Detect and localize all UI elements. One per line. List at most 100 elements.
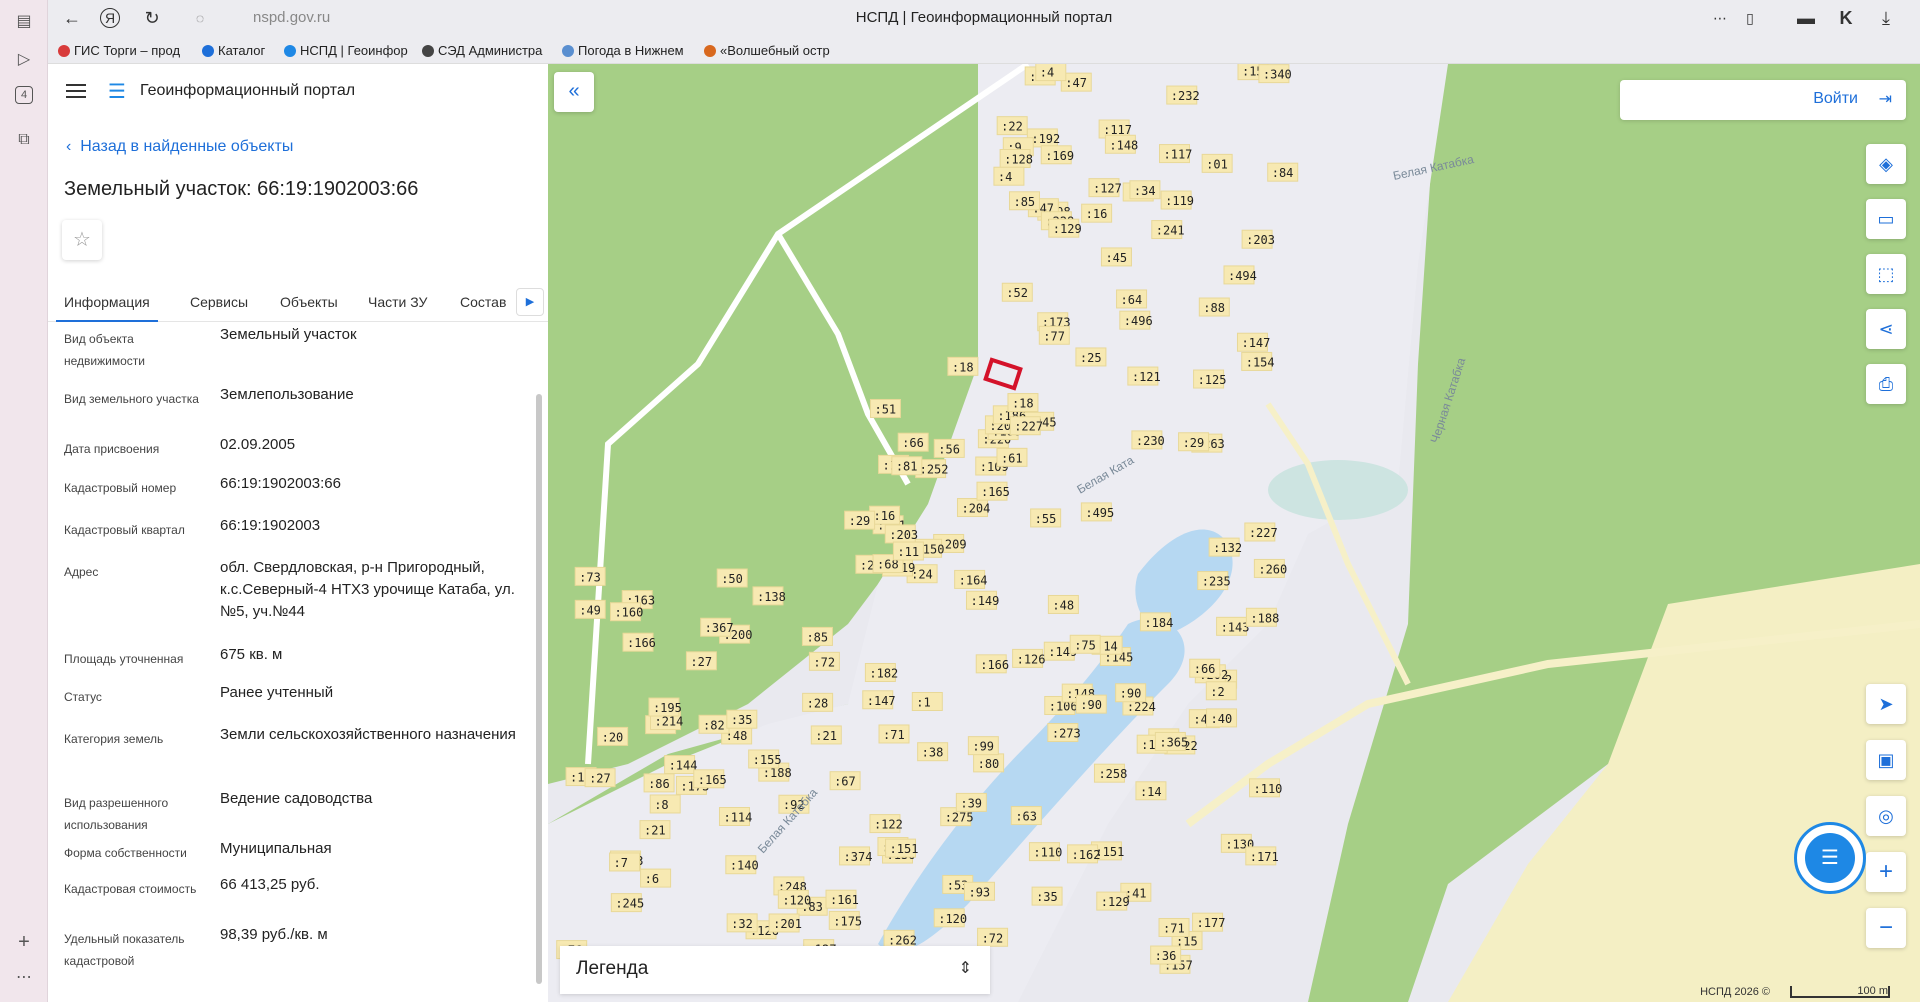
parcel-label: :29 bbox=[849, 514, 871, 528]
parcel-label: :77 bbox=[1043, 329, 1065, 343]
parcel-label: :16 bbox=[874, 509, 896, 523]
login-button[interactable]: Войти ⇥ bbox=[1620, 80, 1906, 120]
layers-button[interactable]: ◈ bbox=[1866, 144, 1906, 184]
plus-icon: + bbox=[1878, 858, 1893, 885]
parcel-label: :340 bbox=[1263, 68, 1292, 82]
parcel-label: :230 bbox=[1136, 434, 1165, 448]
info-key: Кадастровая стоимость bbox=[64, 882, 197, 896]
star-icon: ☆ bbox=[73, 229, 91, 251]
parcel-label: :241 bbox=[1156, 224, 1185, 238]
parcel-label: :6 bbox=[645, 872, 659, 886]
bookmark-favicon-icon bbox=[422, 45, 434, 57]
back-to-results-link[interactable]: ‹ Назад в найденные объекты bbox=[66, 138, 293, 156]
parcel-label: :245 bbox=[615, 897, 644, 911]
video-icon[interactable]: ▷ bbox=[12, 48, 36, 72]
tab-objects[interactable]: Объекты bbox=[280, 282, 338, 322]
map-view[interactable]: :24:191:213:220:188:192:198:204:203:207:… bbox=[548, 64, 1920, 1002]
tab-information[interactable]: Информация bbox=[56, 282, 158, 322]
chat-button[interactable]: ☰ bbox=[1794, 822, 1866, 894]
parcel-label: :22 bbox=[1001, 120, 1023, 134]
scrollbar-thumb[interactable] bbox=[536, 394, 542, 984]
bookmark-item[interactable]: СЭД Администра bbox=[422, 43, 552, 58]
tab-composition[interactable]: Состав bbox=[460, 282, 506, 322]
parcel-label: :126 bbox=[1017, 652, 1046, 666]
bookmark-item[interactable]: Каталог bbox=[202, 43, 282, 58]
tab-services[interactable]: Сервисы bbox=[190, 282, 248, 322]
parcel-label: :164 bbox=[959, 573, 988, 587]
browser-toolbar: ← Я ↻ ◌ nspd.gov.ru НСПД | Геоинформацио… bbox=[48, 0, 1920, 36]
tabs-scroll-right-button[interactable]: ▶ bbox=[516, 288, 544, 316]
parcel-label: :147 bbox=[1241, 336, 1270, 350]
bookmark-item[interactable]: НСПД | Геоинфор bbox=[284, 43, 414, 58]
info-value: Земельный участок bbox=[220, 326, 357, 343]
parcel-label: :47 bbox=[1065, 76, 1087, 90]
add-icon[interactable]: + bbox=[12, 930, 36, 954]
parcel-label: :66 bbox=[1194, 662, 1216, 676]
menu-icon[interactable] bbox=[66, 84, 86, 98]
parcel-label: :73 bbox=[579, 570, 601, 584]
parcel-label: :203 bbox=[1246, 233, 1275, 247]
select-area-button[interactable]: ⬚ bbox=[1866, 254, 1906, 294]
copyright: НСПД 2026 © bbox=[1700, 986, 1770, 998]
panel-scrollbar[interactable] bbox=[536, 354, 542, 1004]
parcel-label: :64 bbox=[1121, 293, 1143, 307]
info-value: 98,39 руб./кв. м bbox=[220, 926, 328, 943]
more-icon[interactable]: ⋯ bbox=[12, 966, 36, 990]
parcel-label: :155 bbox=[753, 753, 782, 767]
download-icon[interactable]: ⤓ bbox=[1874, 6, 1898, 30]
parcel-label: :85 bbox=[1013, 195, 1035, 209]
favorite-star-button[interactable]: ☆ bbox=[62, 220, 102, 260]
print-button[interactable]: ⎙ bbox=[1866, 364, 1906, 404]
kaspersky-icon[interactable]: K bbox=[1834, 6, 1858, 30]
parcel-label: :235 bbox=[1202, 575, 1231, 589]
parcel-label: :203 bbox=[889, 528, 918, 542]
parcel-label: :169 bbox=[1045, 149, 1074, 163]
parcel-label: :18 bbox=[1012, 397, 1034, 411]
share-button[interactable]: ⋖ bbox=[1866, 309, 1906, 349]
info-value: Ранее учтенный bbox=[220, 684, 334, 701]
info-value: обл. Свердловская, р-н Пригородный, к.с.… bbox=[220, 559, 515, 620]
legend-dropdown[interactable]: Легенда ⇕ bbox=[560, 946, 990, 994]
parcel-label: :140 bbox=[730, 859, 759, 873]
tab-count-badge[interactable]: 4 bbox=[15, 86, 33, 104]
parcel-label: :82 bbox=[703, 718, 725, 732]
ruler-button[interactable]: ▭ bbox=[1866, 199, 1906, 239]
geolocation-button[interactable]: ➤ bbox=[1866, 684, 1906, 724]
parcel-label: :166 bbox=[980, 658, 1009, 672]
portal-title: Геоинформационный портал bbox=[140, 82, 356, 99]
parcel-label: :1 bbox=[916, 696, 930, 710]
parcel-label: :110 bbox=[1254, 782, 1283, 796]
parcel-label: :227 bbox=[1249, 526, 1278, 540]
parcel-label: :66 bbox=[902, 436, 924, 450]
search-location-button[interactable]: ◎ bbox=[1866, 796, 1906, 836]
minimap-button[interactable]: ▣ bbox=[1866, 740, 1906, 780]
zoom-out-button[interactable]: − bbox=[1866, 908, 1906, 948]
parcel-label: :7 bbox=[614, 856, 628, 870]
collections-icon[interactable]: ▤ bbox=[12, 10, 36, 34]
tab-parts[interactable]: Части ЗУ bbox=[368, 282, 427, 322]
map-canvas[interactable]: :24:191:213:220:188:192:198:204:203:207:… bbox=[548, 64, 1920, 1002]
parcel-label: :21 bbox=[815, 729, 837, 743]
info-key: Удельный показатель кадастровой bbox=[64, 932, 185, 968]
parcel-label: :214 bbox=[654, 715, 683, 729]
parcel-label: :90 bbox=[1120, 687, 1142, 701]
parcel-label: :148 bbox=[1109, 138, 1138, 152]
chevron-updown-icon: ⇕ bbox=[958, 960, 972, 977]
bookmark-icon[interactable]: ▯ bbox=[1738, 6, 1762, 30]
screenshot-icon[interactable]: ⧉ bbox=[12, 128, 36, 152]
parcel-label: :21 bbox=[644, 824, 666, 838]
parcel-label: :165 bbox=[698, 773, 727, 787]
parcel-label: :232 bbox=[1171, 89, 1200, 103]
collapse-panel-button[interactable]: « bbox=[554, 72, 594, 112]
bookmark-favicon-icon bbox=[202, 45, 214, 57]
parcel-label: :90 bbox=[1080, 698, 1102, 712]
profile-icon[interactable]: ▬ bbox=[1794, 6, 1818, 30]
info-key: Вид разрешенного использования bbox=[64, 796, 169, 832]
parcel-label: :71 bbox=[1163, 922, 1185, 936]
zoom-in-button[interactable]: + bbox=[1866, 852, 1906, 892]
more-options-icon[interactable]: ⋯ bbox=[1708, 6, 1732, 30]
info-key: Форма собственности bbox=[64, 846, 187, 860]
bookmark-item[interactable]: «Волшебный остр bbox=[704, 43, 840, 58]
bookmark-item[interactable]: Погода в Нижнем bbox=[562, 43, 690, 58]
bookmark-item[interactable]: ГИС Торги – прод bbox=[58, 43, 198, 58]
